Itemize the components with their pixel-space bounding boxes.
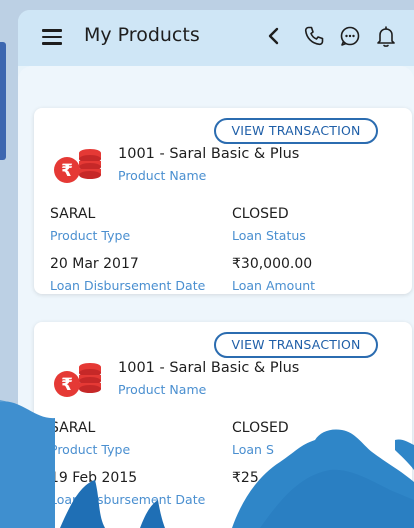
product-name-label: Product Name — [118, 168, 207, 183]
side-panel-edge — [0, 42, 6, 160]
chat-icon[interactable] — [338, 24, 362, 48]
product-type-value: SARAL — [50, 420, 96, 436]
phone-icon[interactable] — [302, 24, 326, 48]
disbursement-date-label: Loan Disbursement Date — [50, 492, 206, 507]
loan-status-value: CLOSED — [232, 206, 289, 222]
loan-amount-value: ₹25 — [232, 470, 259, 486]
product-type-label: Product Type — [50, 228, 131, 243]
coins-rupee-icon: ₹ — [54, 149, 101, 183]
product-name-value: 1001 - Saral Basic & Plus — [118, 360, 300, 376]
coins-rupee-icon: ₹ — [54, 363, 101, 397]
product-type-value: SARAL — [50, 206, 96, 222]
bell-icon[interactable] — [374, 24, 398, 48]
disbursement-date-label: Loan Disbursement Date — [50, 278, 206, 293]
svg-text:₹: ₹ — [61, 161, 73, 181]
product-name-value: 1001 - Saral Basic & Plus — [118, 146, 300, 162]
view-transaction-button[interactable]: VIEW TRANSACTION — [214, 118, 378, 144]
product-type-label: Product Type — [50, 442, 131, 457]
disbursement-date-value: 19 Feb 2015 — [50, 470, 138, 486]
product-name-label: Product Name — [118, 382, 207, 397]
loan-status-label: Loan Status — [232, 228, 306, 243]
app-bar: My Products — [18, 10, 414, 66]
product-card: VIEW TRANSACTION ₹ 1001 - Saral Basic & … — [34, 322, 412, 528]
loan-status-value: CLOSED — [232, 420, 289, 436]
loan-status-label: Loan S — [232, 442, 274, 457]
loan-amount-label: Loan Amount — [232, 278, 316, 293]
loan-amount-value: ₹30,000.00 — [232, 256, 313, 272]
page-title: My Products — [84, 24, 200, 46]
app-screen: My Products VIEW TRANSACTION ₹ 1001 - Sa… — [18, 10, 414, 528]
svg-text:₹: ₹ — [61, 375, 73, 395]
disbursement-date-value: 20 Mar 2017 — [50, 256, 139, 272]
product-card: VIEW TRANSACTION ₹ 1001 - Saral Basic & … — [34, 108, 412, 294]
back-chevron-icon[interactable] — [262, 24, 286, 48]
view-transaction-button[interactable]: VIEW TRANSACTION — [214, 332, 378, 358]
menu-icon[interactable] — [42, 29, 62, 45]
